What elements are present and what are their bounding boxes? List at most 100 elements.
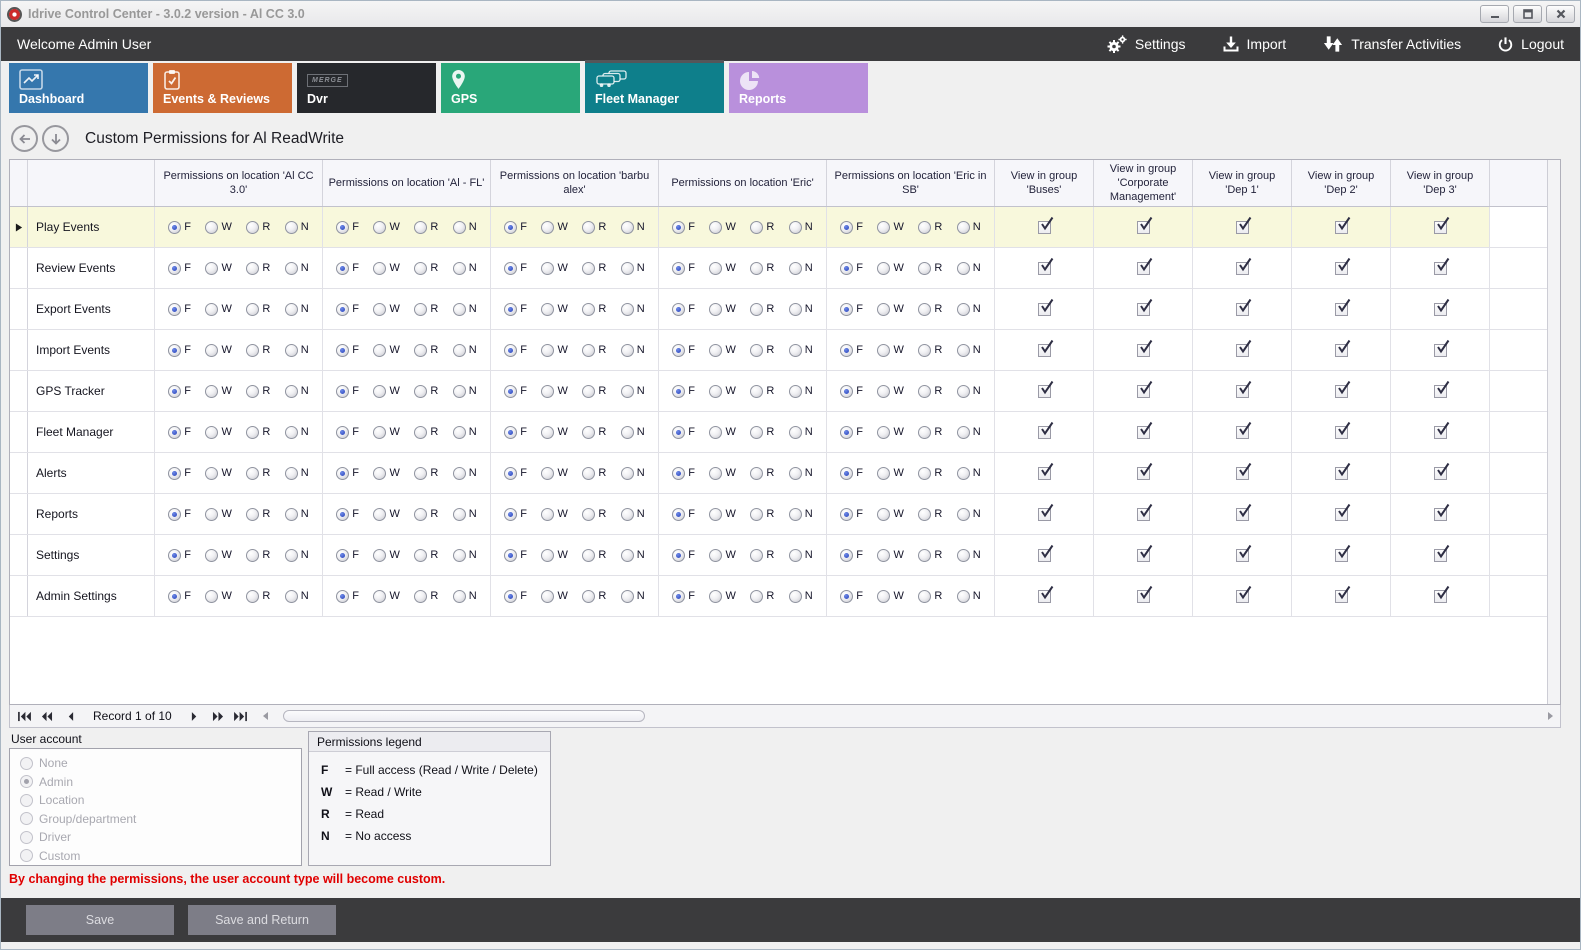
radio-f-selected[interactable] [672,508,685,521]
radio-r[interactable] [918,262,931,275]
radio-option-f[interactable]: F [504,508,527,521]
radio-n[interactable] [789,467,802,480]
radio-r[interactable] [750,508,763,521]
radio-r[interactable] [750,262,763,275]
radio-option-w[interactable]: W [877,385,903,398]
radio-option-r[interactable]: R [918,549,942,562]
radio-option-f[interactable]: F [168,385,191,398]
radio-f-selected[interactable] [504,508,517,521]
radio-n[interactable] [453,262,466,275]
radio-option-r[interactable]: R [750,590,774,603]
radio-w[interactable] [877,508,890,521]
collapse-button[interactable] [42,125,69,152]
radio-option-w[interactable]: W [541,344,567,357]
user-account-option-group-department[interactable]: Group/department [20,812,301,826]
radio-option-w[interactable]: W [373,344,399,357]
radio-n[interactable] [453,426,466,439]
radio-f-selected[interactable] [336,262,349,275]
radio-option-n[interactable]: N [621,385,645,398]
radio-f-selected[interactable] [672,385,685,398]
radio-option-w[interactable]: W [709,303,735,316]
view-checkbox[interactable] [1236,549,1249,562]
radio-w[interactable] [709,221,722,234]
radio-w[interactable] [877,467,890,480]
radio-n[interactable] [957,221,970,234]
radio-option-n[interactable]: N [453,426,477,439]
radio-option-r[interactable]: R [246,385,270,398]
radio-option-r[interactable]: R [750,426,774,439]
radio-w[interactable] [373,344,386,357]
radio-option-n[interactable]: N [789,221,813,234]
radio-f-selected[interactable] [840,549,853,562]
radio-r[interactable] [414,467,427,480]
view-checkbox[interactable] [1137,344,1150,357]
radio-r[interactable] [582,385,595,398]
column-header[interactable]: Permissions on location 'barbu alex' [491,160,659,206]
radio-option-f[interactable]: F [672,262,695,275]
radio-n[interactable] [789,549,802,562]
radio-option-n[interactable]: N [957,590,981,603]
radio-n[interactable] [621,303,634,316]
table-row[interactable]: Import EventsFWRNFWRNFWRNFWRNFWRN [10,330,1547,371]
radio-option-r[interactable]: R [246,262,270,275]
radio-n[interactable] [285,221,298,234]
radio-r[interactable] [582,426,595,439]
radio-f-selected[interactable] [672,549,685,562]
radio-w[interactable] [373,590,386,603]
radio-n[interactable] [285,549,298,562]
column-header[interactable]: View in group 'Dep 3' [1391,160,1490,206]
radio-f-selected[interactable] [168,590,181,603]
radio-option-f[interactable]: F [504,385,527,398]
table-row[interactable]: AlertsFWRNFWRNFWRNFWRNFWRN [10,453,1547,494]
radio-w[interactable] [205,426,218,439]
radio-option-f[interactable]: F [672,385,695,398]
radio-option-r[interactable]: R [246,549,270,562]
view-checkbox[interactable] [1137,590,1150,603]
radio-r[interactable] [414,426,427,439]
radio-w[interactable] [373,467,386,480]
radio-n[interactable] [957,467,970,480]
radio-w[interactable] [373,221,386,234]
radio-option-f[interactable]: F [336,221,359,234]
view-checkbox[interactable] [1236,262,1249,275]
radio-n[interactable] [789,385,802,398]
radio-option-n[interactable]: N [285,221,309,234]
radio-n[interactable] [453,385,466,398]
view-checkbox[interactable] [1137,549,1150,562]
radio-n[interactable] [621,385,634,398]
radio-option-n[interactable]: N [957,221,981,234]
radio-r[interactable] [918,590,931,603]
radio-n[interactable] [957,303,970,316]
radio-option-n[interactable]: N [285,467,309,480]
radio-f-selected[interactable] [168,508,181,521]
radio-option-f[interactable]: F [336,426,359,439]
view-checkbox[interactable] [1335,262,1348,275]
minimize-button[interactable] [1480,5,1509,23]
radio-f-selected[interactable] [672,426,685,439]
radio-option-f[interactable]: F [672,344,695,357]
radio-w[interactable] [373,549,386,562]
radio-option-n[interactable]: N [957,426,981,439]
radio-f-selected[interactable] [168,467,181,480]
radio-option-f[interactable]: F [168,508,191,521]
account-type-radio[interactable] [20,794,33,807]
back-button[interactable] [11,125,38,152]
view-checkbox[interactable] [1236,303,1249,316]
radio-option-f[interactable]: F [168,221,191,234]
radio-f-selected[interactable] [336,385,349,398]
view-checkbox[interactable] [1038,590,1051,603]
scrollbar-track[interactable] [275,710,1541,723]
radio-r[interactable] [582,467,595,480]
radio-option-f[interactable]: F [504,303,527,316]
table-row[interactable]: Play EventsFWRNFWRNFWRNFWRNFWRN [10,207,1547,248]
radio-option-n[interactable]: N [789,467,813,480]
radio-option-w[interactable]: W [373,262,399,275]
view-checkbox[interactable] [1038,262,1051,275]
radio-w[interactable] [541,385,554,398]
radio-r[interactable] [414,549,427,562]
radio-w[interactable] [541,344,554,357]
radio-option-n[interactable]: N [789,385,813,398]
view-checkbox[interactable] [1038,467,1051,480]
radio-option-r[interactable]: R [918,344,942,357]
radio-r[interactable] [582,221,595,234]
